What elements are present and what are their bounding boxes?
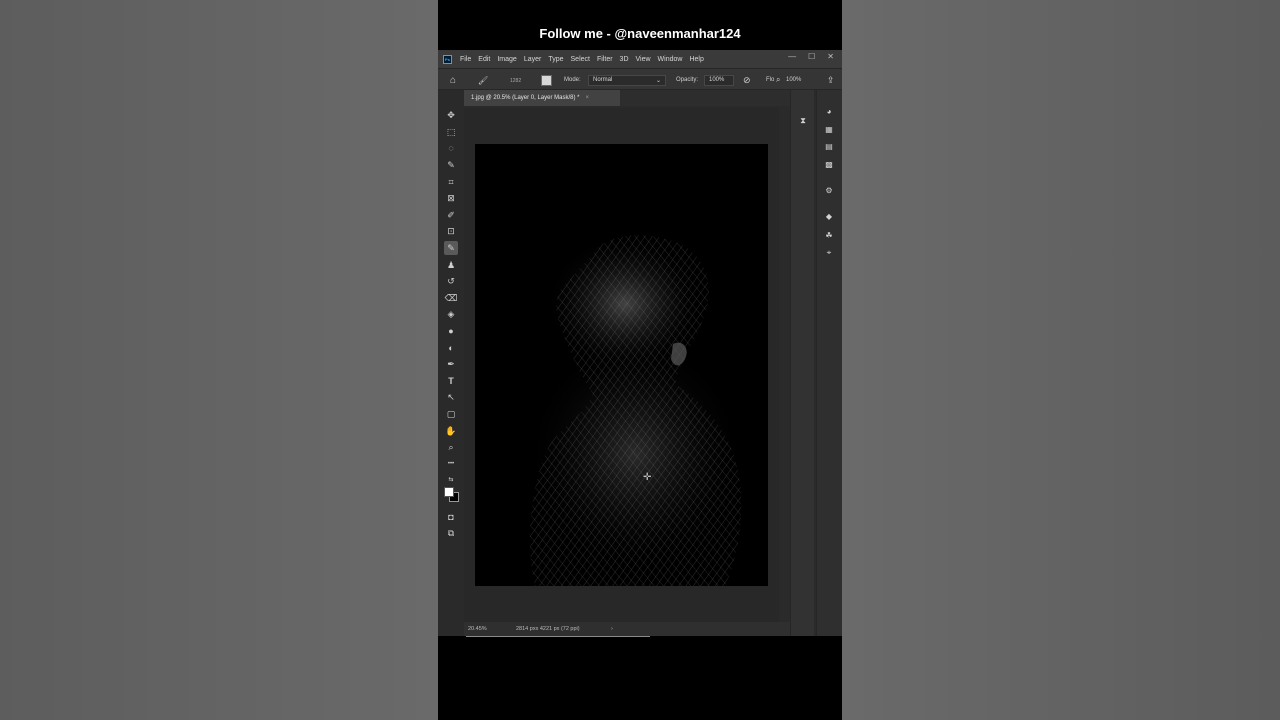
chevron-down-icon: ⌄ (655, 77, 661, 84)
menu-layer[interactable]: Layer (524, 56, 542, 63)
menu-edit[interactable]: Edit (478, 56, 490, 63)
eyedropper-tool-icon[interactable]: ✐ (444, 208, 458, 222)
menu-view[interactable]: View (636, 56, 651, 63)
share-icon[interactable]: ⇪ (827, 69, 835, 91)
tools-panel: ✥ ⬚ ◌ ✎ ⌗ ⊠ ✐ ⊡ ✎ ♟ ↺ ⌫ ◈ ● ◐ ✒ T ↖ ▢ ✋ … (440, 108, 462, 608)
color-swatches[interactable] (443, 486, 461, 504)
background-left (0, 0, 438, 720)
brush-tool-icon[interactable]: ✎ (444, 241, 458, 255)
foreground-color-swatch[interactable] (444, 487, 454, 497)
document-canvas[interactable]: ✛ (475, 144, 768, 586)
screen-mode-icon[interactable]: ⧉ (444, 526, 458, 540)
history-panel-icon[interactable]: ⧗ (796, 114, 810, 128)
menu-file[interactable]: File (460, 56, 471, 63)
dodge-tool-icon[interactable]: ◐ (444, 341, 458, 355)
chevron-right-icon[interactable]: › (611, 626, 613, 632)
history-brush-tool-icon[interactable]: ↺ (444, 274, 458, 288)
menu-window[interactable]: Window (658, 56, 683, 63)
document-tab-title: 1.jpg @ 20.5% (Layer 0, Layer Mask/8) * (471, 95, 580, 101)
patterns-panel-icon[interactable]: ▩ (822, 157, 836, 171)
opacity-label: Opacity: (676, 77, 699, 83)
zoom-tool-icon[interactable]: ⌕ (444, 440, 458, 454)
channels-panel-icon[interactable]: ☘ (822, 228, 836, 242)
swap-colors-icon[interactable]: ⇆ (444, 472, 458, 486)
menu-image[interactable]: Image (497, 56, 516, 63)
minimize-button[interactable]: — (788, 52, 796, 61)
path-selection-tool-icon[interactable]: ↖ (444, 390, 458, 404)
background-right (842, 0, 1280, 720)
brush-settings-icon[interactable] (541, 69, 552, 91)
crosshair-cursor-icon: ✛ (643, 472, 652, 483)
gradients-panel-icon[interactable]: ▤ (822, 139, 836, 153)
photoshop-window: Ps File Edit Image Layer Type Select Fil… (438, 50, 842, 636)
pen-tool-icon[interactable]: ✒ (444, 357, 458, 371)
opacity-value: 100% (709, 77, 725, 83)
close-tab-icon[interactable]: × (585, 95, 589, 101)
document-size: 2814 pxx 4221 px (72 ppi) (516, 626, 580, 632)
clone-stamp-tool-icon[interactable]: ♟ (444, 258, 458, 272)
blur-tool-icon[interactable]: ● (444, 324, 458, 338)
brush-size-readout: 1282 (510, 78, 522, 84)
quick-select-tool-icon[interactable]: ✎ (444, 158, 458, 172)
properties-panel-icon[interactable]: ⚙ (822, 183, 836, 197)
top-caption-bar: Follow me - @naveenmanhar124 (438, 0, 842, 50)
panel-dock-right: ◕ ▦ ▤ ▩ ⚙ ◆ ☘ ⌖ (816, 90, 842, 636)
patch-tool-icon[interactable]: ⊡ (444, 224, 458, 238)
window-controls: — ☐ ✕ (788, 52, 834, 61)
mode-select[interactable]: Normal ⌄ (588, 74, 666, 86)
search-icon: ⌕ (776, 75, 781, 84)
lasso-tool-icon[interactable]: ◌ (444, 141, 458, 155)
quick-mask-icon[interactable]: ◘ (444, 510, 458, 524)
swatches-panel-icon[interactable]: ▦ (822, 122, 836, 136)
opacity-wrapper: 100% (704, 69, 734, 91)
flow-label: Flo (766, 77, 775, 83)
document-tab-strip: 1.jpg @ 20.5% (Layer 0, Layer Mask/8) * … (464, 90, 790, 106)
follow-caption: Follow me - @naveenmanhar124 (539, 26, 741, 41)
paint-bucket-tool-icon[interactable]: ◈ (444, 307, 458, 321)
menu-bar: Ps File Edit Image Layer Type Select Fil… (438, 50, 842, 68)
menu-3d[interactable]: 3D (620, 56, 629, 63)
crop-tool-icon[interactable]: ⌗ (444, 175, 458, 189)
hand-tool-icon[interactable]: ✋ (444, 424, 458, 438)
pressure-opacity-icon[interactable]: ⊘ (743, 69, 751, 91)
mode-label: Mode: (564, 77, 581, 83)
paths-panel-icon[interactable]: ⌖ (822, 246, 836, 260)
panel-dock-left: ⧗ (790, 90, 814, 636)
brush-preset-icon[interactable]: 🖌 (478, 69, 488, 91)
video-progress-line (466, 636, 650, 637)
photoshop-logo: Ps (443, 54, 452, 64)
menu-help[interactable]: Help (689, 56, 703, 63)
menu-select[interactable]: Select (571, 56, 590, 63)
menu-type[interactable]: Type (548, 56, 563, 63)
maximize-button[interactable]: ☐ (808, 52, 815, 61)
menu-filter[interactable]: Filter (597, 56, 613, 63)
more-tools-icon[interactable]: ••• (444, 457, 458, 471)
bottom-bar (438, 636, 842, 720)
video-frame: Follow me - @naveenmanhar124 Ps File Edi… (438, 0, 842, 720)
options-bar: ⌂ 🖌 1282 Mode: Normal ⌄ Opacity: 100% ⊘ … (438, 68, 842, 90)
eraser-tool-icon[interactable]: ⌫ (444, 291, 458, 305)
marquee-tool-icon[interactable]: ⬚ (444, 125, 458, 139)
type-tool-icon[interactable]: T (444, 374, 458, 388)
opacity-field[interactable]: 100% (704, 74, 734, 86)
flow-value[interactable]: 100% (786, 69, 801, 91)
layers-panel-icon[interactable]: ◆ (822, 209, 836, 223)
status-bar: 20.45% 2814 pxx 4221 px (72 ppi) › (464, 622, 790, 636)
move-tool-icon[interactable]: ✥ (444, 108, 458, 122)
mode-select-wrapper: Normal ⌄ (588, 69, 666, 91)
home-icon[interactable]: ⌂ (450, 69, 456, 91)
portrait-artwork (525, 234, 745, 586)
canvas-area[interactable]: ✛ (464, 108, 779, 622)
shape-tool-icon[interactable]: ▢ (444, 407, 458, 421)
zoom-level[interactable]: 20.45% (468, 626, 508, 632)
frame-tool-icon[interactable]: ⊠ (444, 191, 458, 205)
mode-value: Normal (593, 77, 613, 83)
color-panel-icon[interactable]: ◕ (822, 104, 836, 118)
document-tab[interactable]: 1.jpg @ 20.5% (Layer 0, Layer Mask/8) * … (464, 90, 620, 106)
close-button[interactable]: ✕ (827, 52, 834, 61)
